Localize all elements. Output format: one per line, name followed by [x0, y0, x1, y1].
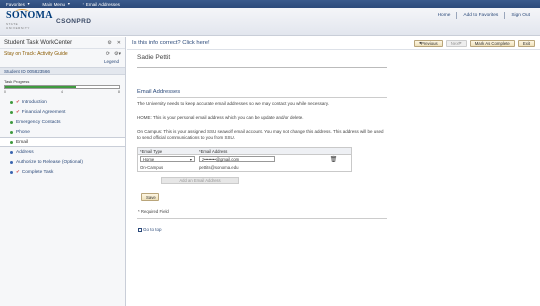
status-dot-icon [10, 170, 13, 174]
previous-button[interactable]: ◂ Previous [413, 39, 443, 47]
check-icon: ✔ [16, 109, 20, 114]
check-icon: ✔ [16, 169, 20, 174]
email-grid: *Email Type *Email Address Home ▾ z••••••… [137, 147, 352, 172]
step-emergency-contacts[interactable]: Emergency Contacts [0, 117, 125, 127]
logo-swoosh-icon [15, 9, 29, 15]
next-button[interactable]: Next ▸ [445, 39, 467, 47]
step-email[interactable]: Email [0, 137, 125, 147]
step-authorize-to-release[interactable]: Authorize to Release (Optional) [0, 157, 125, 167]
step-introduction[interactable]: ✔ Introduction [0, 97, 125, 107]
step-complete-task[interactable]: ✔ Complete Task [0, 167, 125, 177]
breadcrumb[interactable]: › Email Addresses [77, 2, 126, 7]
email-type-select[interactable]: Home ▾ [140, 156, 195, 162]
caret-down-icon: ▼ [26, 2, 31, 6]
divider [137, 97, 387, 98]
divider [137, 67, 387, 68]
mark-as-complete-button[interactable]: Mark As Complete [469, 39, 515, 47]
step-address[interactable]: Address [0, 147, 125, 157]
header: SONOMA STATE UNIVERSITY CSONPRD Home Add… [0, 8, 540, 36]
main-content: Is this info correct? Click here! ◂ Previ… [127, 37, 540, 306]
delete-trash-icon[interactable]: 🗑 [330, 157, 338, 163]
progress-fill [5, 86, 76, 88]
legend-link[interactable]: Legend [0, 59, 125, 67]
save-button[interactable]: Save [141, 193, 159, 201]
sonoma-logo: SONOMA STATE UNIVERSITY [6, 9, 53, 30]
home-description: HOME: This is your personal email addres… [137, 115, 304, 120]
go-to-top-link[interactable]: Go to top [138, 227, 162, 232]
table-row: On-Campus pettits@sonoma.edu [140, 164, 239, 170]
refresh-icon[interactable]: ⟳ [106, 51, 110, 57]
sign-out-link[interactable]: Sign Out [505, 13, 536, 18]
header-links: Home Add to Favorites Sign Out [432, 12, 536, 19]
caret-down-icon: ▼ [67, 2, 71, 6]
student-id: Student ID 005823566 [0, 67, 125, 75]
status-dot-icon [10, 100, 13, 104]
divider [137, 218, 387, 219]
check-icon: ✔ [16, 99, 20, 104]
on-campus-description: On Campus: This is your assigned SSU sea… [137, 129, 384, 140]
table-row: Home ▾ z••••••••@gmail.com 🗑 [138, 155, 351, 163]
arrow-right-icon: ▸ [459, 40, 462, 45]
status-dot-icon [10, 140, 13, 144]
main-menu[interactable]: Main Menu ▼ [36, 2, 76, 7]
step-list: ✔ Introduction ✔ Financial Agreement Emerg… [0, 95, 125, 177]
student-name: Sadie Pettit [137, 54, 171, 61]
step-phone[interactable]: Phone [0, 127, 125, 137]
status-dot-icon [10, 160, 13, 164]
progress-bar [4, 85, 120, 89]
main-toolbar: Is this info correct? Click here! ◂ Previ… [127, 37, 540, 50]
up-arrow-icon [138, 227, 142, 232]
status-dot-icon [10, 150, 13, 154]
gear-menu-icon[interactable]: ⚙▾ [114, 51, 121, 57]
activity-guide-row: Stay on Track: Activity Guide ⟳ ⚙▾ [0, 49, 125, 59]
gear-icon[interactable]: ⚙ [107, 40, 111, 46]
exit-button[interactable]: Exit [517, 39, 535, 47]
required-note: * Required Field [138, 209, 169, 214]
grid-header: *Email Type *Email Address [138, 148, 351, 155]
step-financial-agreement[interactable]: ✔ Financial Agreement [0, 107, 125, 117]
task-sidebar: Student Task WorkCenter ⚙ ✕ Stay on Trac… [0, 37, 126, 306]
info-correct-link[interactable]: Is this info correct? Click here! [132, 40, 210, 46]
add-to-favorites-link[interactable]: Add to Favorites [457, 13, 504, 18]
chevron-right-icon: › [82, 2, 84, 6]
status-dot-icon [10, 120, 13, 124]
home-link[interactable]: Home [432, 13, 457, 18]
status-dot-icon [10, 110, 13, 114]
task-progress: Task Progress 0 4 8 [4, 79, 120, 94]
environment-name: CSONPRD [56, 18, 92, 25]
close-icon[interactable]: ✕ [117, 40, 121, 46]
intro-text: The University needs to keep accurate em… [137, 101, 330, 106]
section-title: Email Addresses [137, 89, 181, 95]
email-address-input[interactable]: z••••••••@gmail.com [199, 156, 275, 162]
status-dot-icon [10, 130, 13, 134]
activity-guide-title: Stay on Track: Activity Guide [4, 51, 68, 57]
top-nav-bar: Favorites ▼ Main Menu ▼ › Email Addresses [0, 0, 540, 8]
sidebar-header: Student Task WorkCenter ⚙ ✕ [0, 37, 125, 49]
add-email-button[interactable]: Add an Email Address [161, 177, 239, 184]
chevron-down-icon: ▾ [189, 156, 192, 162]
favorites-menu[interactable]: Favorites ▼ [0, 2, 36, 7]
